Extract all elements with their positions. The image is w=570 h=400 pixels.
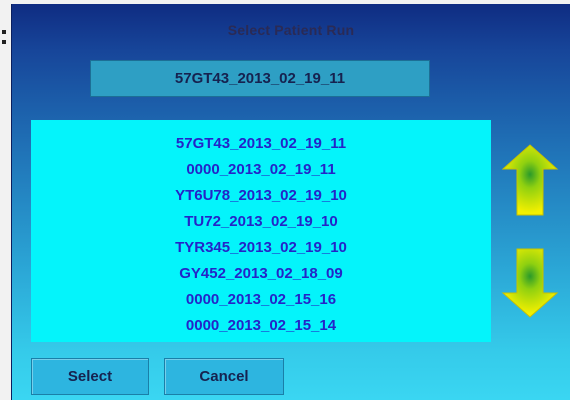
cancel-button[interactable]: Cancel xyxy=(164,358,284,395)
list-item[interactable]: TU72_2013_02_19_10 xyxy=(31,209,491,235)
edge-mark xyxy=(2,30,6,34)
scroll-up-button[interactable] xyxy=(501,143,559,217)
list-item[interactable]: 57GT43_2013_02_19_11 xyxy=(31,131,491,157)
cancel-button-label: Cancel xyxy=(199,368,249,385)
list-item[interactable]: 0000_2013_02_15_14 xyxy=(31,313,491,339)
arrow-up-icon xyxy=(501,144,559,216)
select-button[interactable]: Select xyxy=(31,358,149,395)
list-item[interactable]: YT6U78_2013_02_19_10 xyxy=(31,183,491,209)
list-item[interactable]: TYR345_2013_02_19_10 xyxy=(31,235,491,261)
select-patient-run-dialog: Select Patient Run 57GT43_2013_02_19_11 … xyxy=(11,4,570,400)
scroll-down-button[interactable] xyxy=(501,247,559,319)
list-item[interactable]: 0000_2013_02_15_16 xyxy=(31,287,491,313)
list-item[interactable]: GY452_2013_02_18_09 xyxy=(31,261,491,287)
dialog-title: Select Patient Run xyxy=(227,22,355,38)
edge-mark xyxy=(2,40,6,44)
select-button-label: Select xyxy=(67,368,113,385)
list-item[interactable]: 0000_2013_02_19_11 xyxy=(31,157,491,183)
patient-run-list[interactable]: 57GT43_2013_02_19_11 0000_2013_02_19_11 … xyxy=(31,120,491,342)
arrow-down-icon xyxy=(501,248,559,318)
window-frame: Select Patient Run 57GT43_2013_02_19_11 … xyxy=(0,0,570,400)
selected-run-display: 57GT43_2013_02_19_11 xyxy=(90,60,430,97)
selected-run-text: 57GT43_2013_02_19_11 xyxy=(174,70,346,87)
